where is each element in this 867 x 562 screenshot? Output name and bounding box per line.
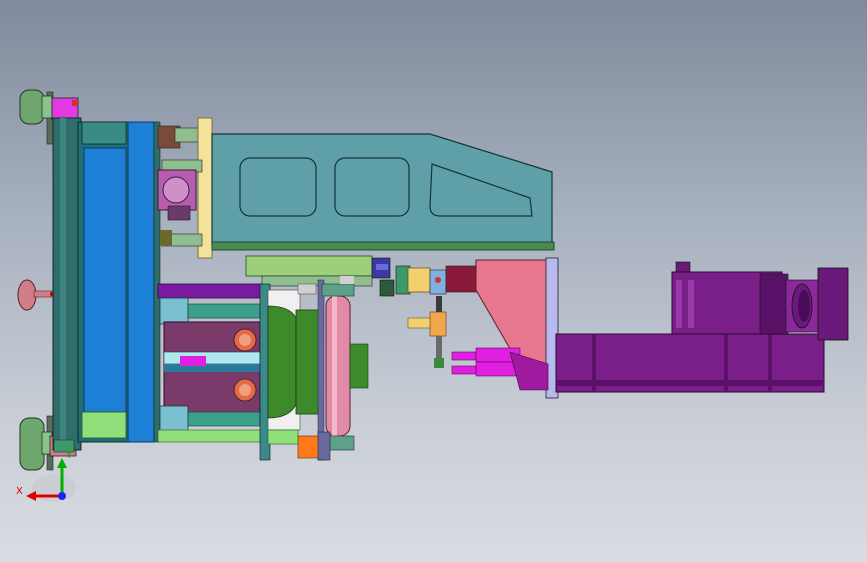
x-axis-label: X — [16, 486, 23, 497]
arm-boom — [211, 133, 555, 251]
main-frame — [52, 117, 161, 453]
y-axis-label: Y — [65, 450, 73, 461]
roller-assembly — [259, 276, 369, 461]
motor-assembly — [555, 261, 849, 393]
top-bracket — [157, 117, 213, 259]
lower-mechanism — [157, 283, 263, 443]
cad-viewport[interactable]: X Y — [0, 0, 867, 562]
machine-assembly-drawing[interactable]: X Y — [0, 0, 867, 562]
middle-knob — [17, 279, 54, 311]
